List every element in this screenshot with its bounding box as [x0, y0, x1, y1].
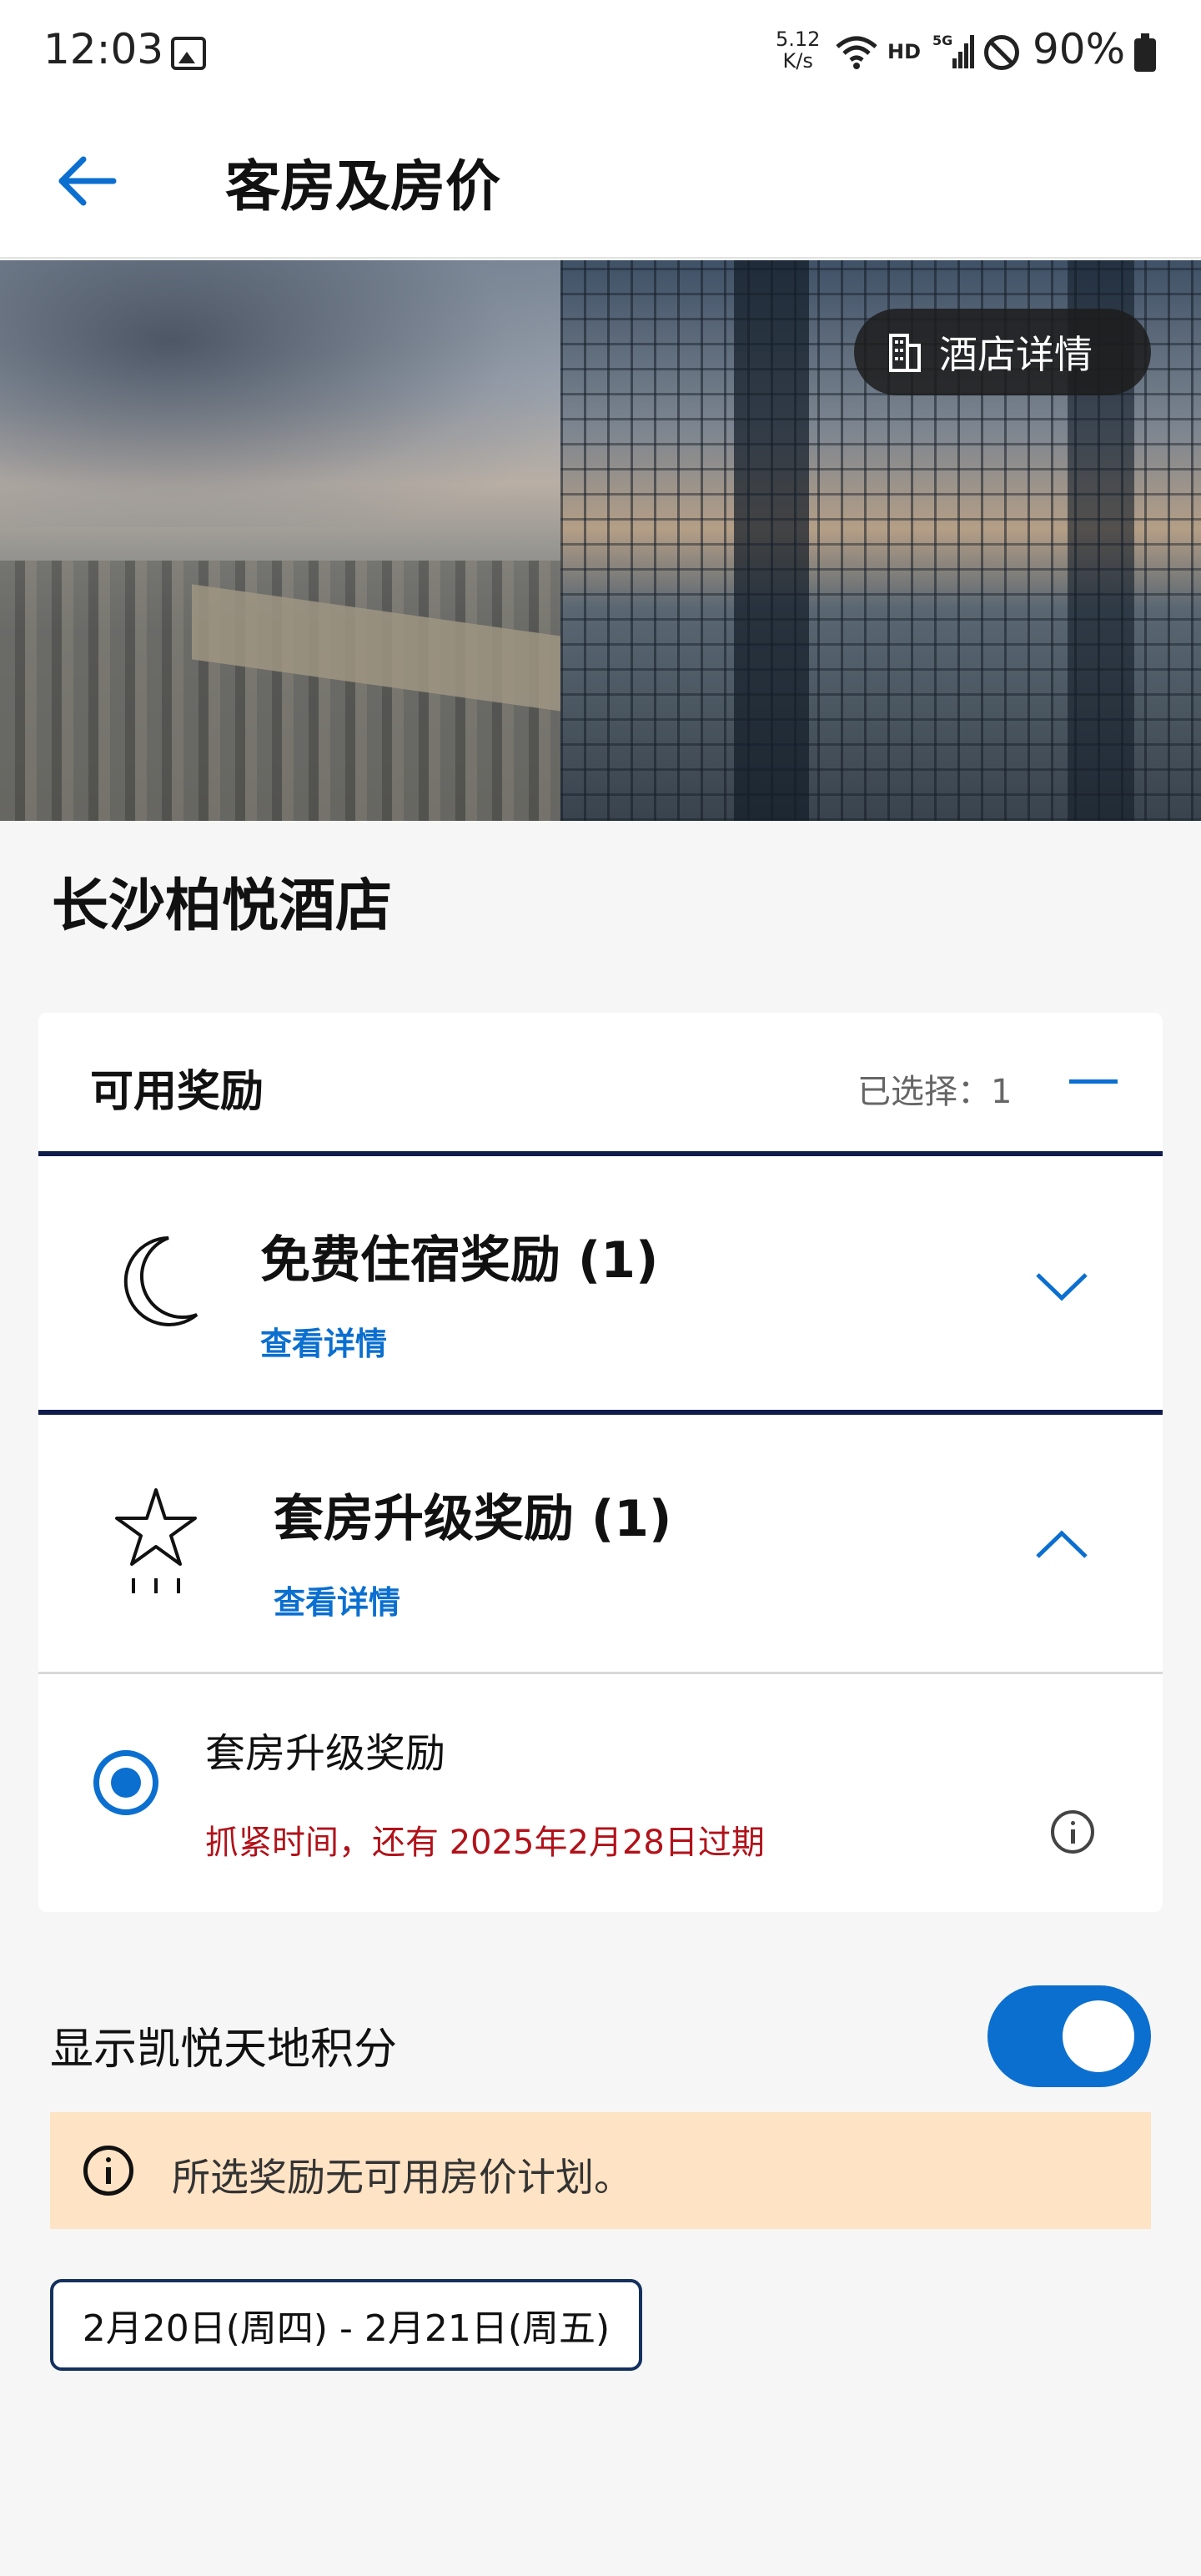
date-range-label: 2月20日(周四) - 2月21日(周五) — [82, 2307, 611, 2350]
app-bar: 客房及房价 — [0, 108, 1201, 259]
toggle-knob — [1063, 2000, 1134, 2072]
network-speed-unit: K/s — [782, 49, 813, 73]
cellular-signal-icon: 5G — [932, 33, 974, 68]
hotel-details-label: 酒店详情 — [939, 332, 1093, 377]
star-icon — [115, 1488, 197, 1593]
status-time: 12:03 — [43, 25, 164, 73]
network-speed-value: 5.12 — [776, 28, 821, 51]
hero-sky — [0, 260, 567, 527]
reward-item-details-link[interactable]: 查看详情 — [274, 1577, 400, 1623]
hotel-name: 长沙柏悦酒店 — [52, 873, 393, 939]
moon-icon — [123, 1236, 198, 1326]
no-rate-plan-notice: 所选奖励无可用房价计划。 — [50, 2112, 1151, 2229]
chevron-up-icon[interactable] — [1033, 1527, 1091, 1563]
network-speed: 5.12 K/s — [776, 28, 820, 72]
collapse-minus-icon[interactable] — [1069, 1079, 1118, 1084]
points-toggle[interactable] — [987, 1985, 1151, 2087]
hero-tower-mullion — [734, 260, 809, 821]
wifi-icon — [836, 36, 877, 69]
reward-item-details-link[interactable]: 查看详情 — [260, 1318, 387, 1364]
status-bar: 12:03 5.12 K/s HD 5G 90% — [0, 0, 1201, 108]
building-icon — [889, 334, 921, 372]
rewards-selected-count: 已选择：1 — [857, 1073, 1013, 1111]
hotel-details-button[interactable]: 酒店详情 — [854, 309, 1151, 395]
section-divider — [38, 1410, 1163, 1415]
reward-option-expiry: 抓紧时间，还有 2025年2月28日过期 — [205, 1824, 765, 1862]
reward-option-label: 套房升级奖励 — [205, 1730, 446, 1777]
section-divider — [38, 1151, 1163, 1156]
points-toggle-label: 显示凯悦天地积分 — [50, 2025, 398, 2075]
do-not-disturb-icon — [984, 35, 1019, 70]
section-divider — [38, 1672, 1163, 1674]
radio-button-selected[interactable] — [93, 1750, 158, 1815]
reward-item-title: 免费住宿奖励 (1) — [260, 1231, 659, 1290]
available-rewards-card: 可用奖励 已选择：1 免费住宿奖励 (1) 查看详情 套房升级奖励 (1) 查看… — [38, 1013, 1163, 1912]
info-icon[interactable] — [1051, 1810, 1094, 1854]
chevron-down-icon[interactable] — [1033, 1268, 1091, 1305]
rewards-header-title: 可用奖励 — [90, 1067, 264, 1117]
back-arrow-icon[interactable] — [50, 143, 125, 219]
notice-text: 所选奖励无可用房价计划。 — [172, 2155, 632, 2200]
info-icon — [83, 2146, 133, 2196]
page-title: 客房及房价 — [225, 154, 500, 219]
battery-percent: 90% — [1033, 25, 1126, 73]
network-type: 5G — [932, 33, 952, 48]
image-notification-icon — [171, 37, 206, 70]
battery-icon — [1134, 33, 1156, 72]
date-range-chip[interactable]: 2月20日(周四) - 2月21日(周五) — [50, 2279, 642, 2371]
reward-item-title: 套房升级奖励 (1) — [274, 1490, 672, 1548]
hd-indicator: HD — [887, 40, 922, 63]
